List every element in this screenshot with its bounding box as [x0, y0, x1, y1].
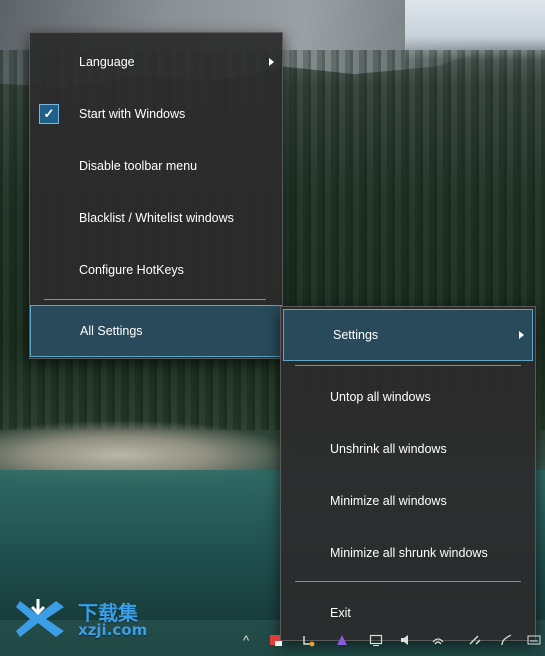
menu-item-minimize-all-shrunk-windows[interactable]: Minimize all shrunk windows [281, 527, 535, 579]
menu-item-disable-toolbar-menu[interactable]: Disable toolbar menu [30, 140, 282, 192]
menu-separator [295, 365, 521, 366]
volume-icon[interactable] [398, 632, 414, 648]
watermark-url: xzji.com [78, 621, 148, 639]
menu-item-label: Language [79, 55, 135, 69]
menu-item-label: Unshrink all windows [330, 442, 447, 456]
menu-item-label: Start with Windows [79, 107, 186, 121]
menu-item-all-settings[interactable]: All Settings [30, 305, 282, 357]
menu-item-unshrink-all-windows[interactable]: Unshrink all windows [281, 423, 535, 475]
menu-item-blacklist-whitelist[interactable]: Blacklist / Whitelist windows [30, 192, 282, 244]
menu-separator [44, 299, 266, 300]
chevron-up-icon[interactable]: ^ [238, 632, 254, 648]
checkbox-checked-icon[interactable]: ✓ [39, 104, 59, 124]
menu-item-minimize-all-windows[interactable]: Minimize all windows [281, 475, 535, 527]
menu-item-label: All Settings [80, 324, 143, 338]
update-icon[interactable] [300, 632, 316, 648]
pen-icon[interactable] [334, 632, 350, 648]
menu-item-label: Minimize all shrunk windows [330, 546, 488, 560]
menu-item-configure-hotkeys[interactable]: Configure HotKeys [30, 244, 282, 296]
menu-separator [295, 581, 521, 582]
menu-item-label: Blacklist / Whitelist windows [79, 211, 234, 225]
menu-item-label: Untop all windows [330, 390, 431, 404]
tray-context-menu: Language ✓ Start with Windows Disable to… [29, 32, 283, 359]
system-tray: ^ [230, 624, 545, 656]
menu-item-language[interactable]: Language [30, 36, 282, 88]
menu-item-label: Configure HotKeys [79, 263, 184, 277]
menu-item-settings[interactable]: Settings [283, 309, 533, 361]
menu-item-start-with-windows[interactable]: ✓ Start with Windows [30, 88, 282, 140]
app-icon[interactable] [268, 632, 284, 648]
submenu-arrow-icon [519, 331, 524, 339]
keyboard-icon[interactable] [526, 632, 542, 648]
monitor-icon[interactable] [368, 632, 384, 648]
site-watermark: 下载集 xzji.com [16, 597, 166, 641]
menu-item-label: Minimize all windows [330, 494, 447, 508]
clipboard-icon[interactable] [466, 632, 482, 648]
watermark-logo-icon [16, 599, 64, 637]
menu-item-label: Exit [330, 606, 351, 620]
network-icon[interactable] [430, 632, 446, 648]
pen-tool-icon[interactable] [498, 632, 514, 648]
menu-item-untop-all-windows[interactable]: Untop all windows [281, 371, 535, 423]
menu-item-label: Disable toolbar menu [79, 159, 198, 173]
submenu-arrow-icon [269, 58, 274, 66]
all-settings-submenu: Settings Untop all windows Unshrink all … [280, 306, 536, 641]
checkmark-icon: ✓ [43, 106, 55, 121]
menu-item-label: Settings [333, 328, 379, 342]
